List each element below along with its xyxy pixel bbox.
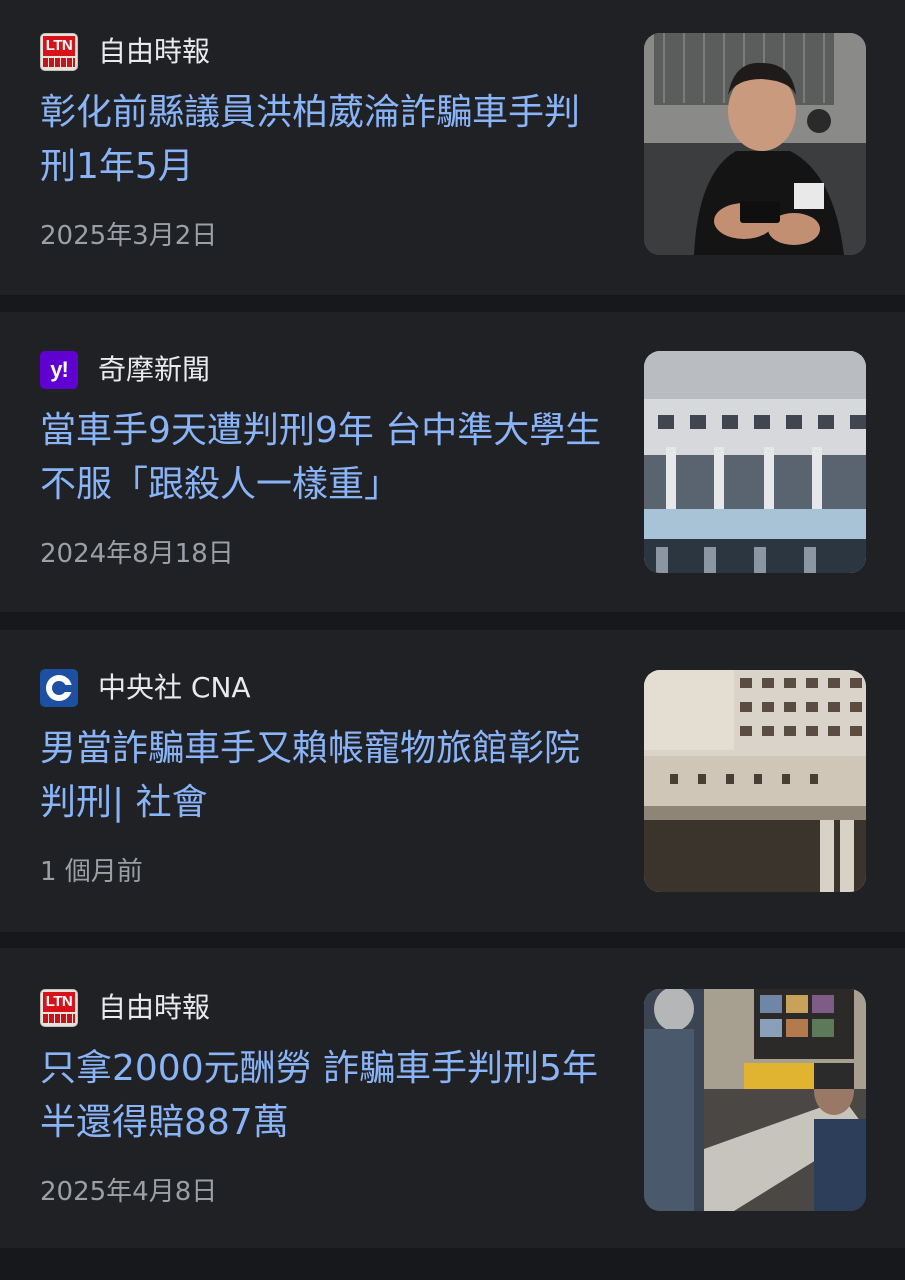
source-row: LTN 自由時報 (40, 32, 210, 72)
publish-date: 2025年4月8日 (40, 1177, 218, 1207)
news-card[interactable]: y! 奇摩新聞 當車手9天遭判刑9年 台中準大學生不服「跟殺人一樣重」 2024… (0, 312, 905, 612)
source-name: 自由時報 (98, 991, 211, 1024)
source-row: 中央社 CNA (40, 668, 251, 708)
headline-link[interactable]: 男當詐騙車手又賴帳寵物旅館彰院判刑| 社會 (40, 722, 610, 830)
news-card[interactable]: LTN 自由時報 只拿2000元酬勞 詐騙車手判刑5年半還得賠887萬 2025… (0, 948, 905, 1248)
headline-link[interactable]: 彰化前縣議員洪柏葳淪詐騙車手判刑1年5月 (40, 86, 610, 194)
news-card[interactable]: LTN 自由時報 彰化前縣議員洪柏葳淪詐騙車手判刑1年5月 2025年3月2日 (0, 0, 905, 295)
police-station-interior-thumbnail[interactable] (644, 989, 866, 1211)
changhua-court-facade-thumbnail[interactable] (644, 670, 866, 892)
publish-date: 2024年8月18日 (40, 539, 234, 569)
headline-link[interactable]: 當車手9天遭判刑9年 台中準大學生不服「跟殺人一樣重」 (40, 404, 610, 512)
source-row: y! 奇摩新聞 (40, 350, 210, 390)
source-row: LTN 自由時報 (40, 988, 210, 1028)
ltn-logo-icon: LTN (40, 989, 78, 1027)
publish-date: 2025年3月2日 (40, 221, 218, 251)
cna-logo-icon (40, 669, 78, 707)
news-feed: LTN 自由時報 彰化前縣議員洪柏葳淪詐騙車手判刑1年5月 2025年3月2日 (0, 0, 905, 1280)
source-name: 自由時報 (98, 35, 211, 68)
publish-date: 1 個月前 (40, 857, 143, 887)
source-name: 奇摩新聞 (98, 353, 211, 386)
news-card[interactable]: 中央社 CNA 男當詐騙車手又賴帳寵物旅館彰院判刑| 社會 1 個月前 (0, 630, 905, 932)
man-using-phone-thumbnail[interactable] (644, 33, 866, 255)
courthouse-building-thumbnail[interactable] (644, 351, 866, 573)
yahoo-logo-icon: y! (40, 351, 78, 389)
source-name: 中央社 CNA (98, 671, 251, 704)
headline-link[interactable]: 只拿2000元酬勞 詐騙車手判刑5年半還得賠887萬 (40, 1042, 610, 1150)
ltn-logo-icon: LTN (40, 33, 78, 71)
